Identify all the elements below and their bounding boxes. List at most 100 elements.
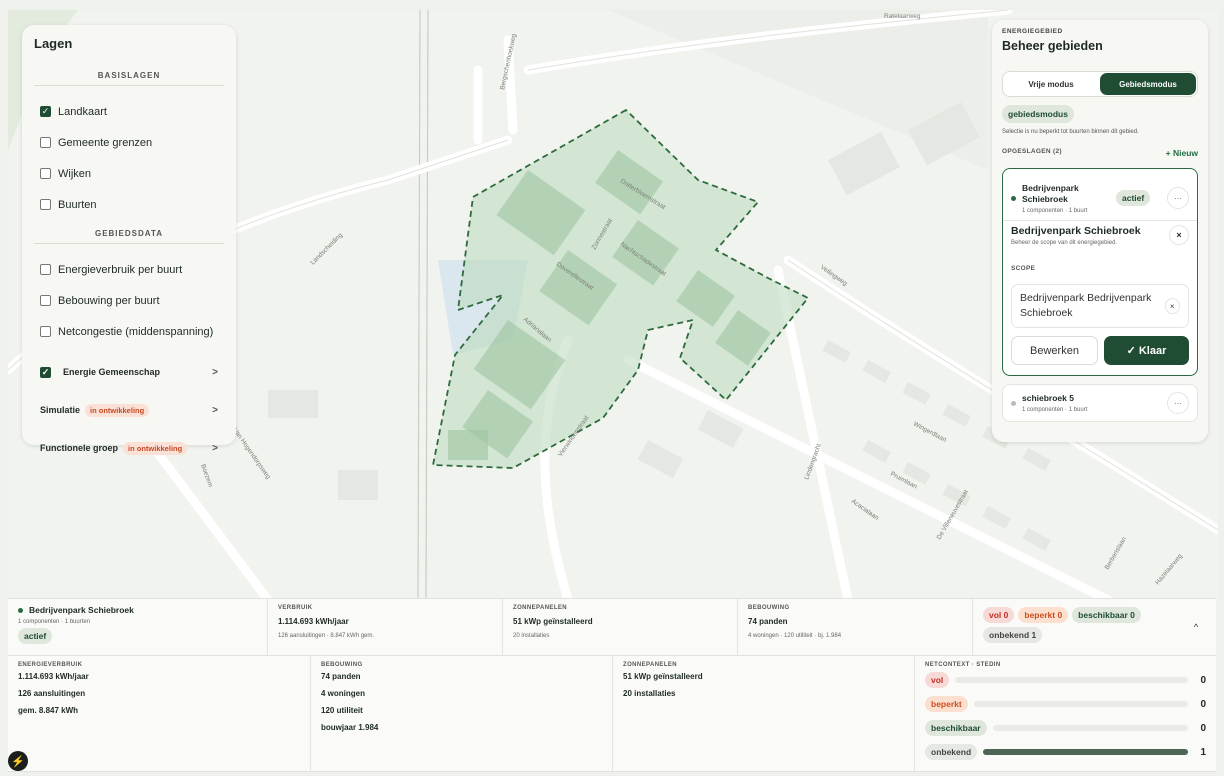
energy-area-panel: ENERGIEGEBIED Beheer gebieden Vrije modu… <box>992 20 1208 442</box>
scope-chip: Bedrijvenpark Bedrijvenpark Schiebroek × <box>1011 284 1189 328</box>
net-value: 0 <box>1200 722 1206 734</box>
checkbox-icon[interactable]: ✓ <box>40 366 51 378</box>
layer-toggle[interactable]: Energieverbruik per buurt <box>34 254 224 285</box>
net-bar-track <box>955 677 1188 683</box>
net-bar-track <box>992 725 1188 731</box>
layers-panel: Lagen BASISLAGEN ✓ Landkaart Gemeente gren… <box>22 25 236 455</box>
checkbox-icon[interactable] <box>40 264 51 275</box>
inactive-dot-icon <box>1011 400 1016 406</box>
active-area-card[interactable]: Bedrijvenpark Schiebroek 1 componenten ·… <box>1002 168 1198 376</box>
zonne-label: ZONNEPANELEN <box>513 605 568 611</box>
feature-label: Energie Gemeenschap <box>63 367 161 377</box>
more-icon[interactable]: ··· <box>1167 392 1189 414</box>
feature-left: ✓ Energie Gemeenschap <box>40 366 161 378</box>
feature-left: Simulatie in ontwikkeling <box>40 403 150 417</box>
summary-verbruik: VERBRUIK 1.114.693 kWh/jaar 126 aansluit… <box>268 599 503 655</box>
net-row: beperkt 0 <box>925 692 1206 716</box>
checkbox-icon[interactable] <box>40 168 51 179</box>
done-button[interactable]: ✓ Klaar <box>1104 336 1189 365</box>
close-icon[interactable]: × <box>1169 225 1189 245</box>
area-card-schiebroek[interactable]: schiebroek 5 1 componenten · 1 buurt ··· <box>1002 384 1198 422</box>
mode-free-button[interactable]: Vrije modus <box>1003 72 1099 96</box>
energie-line: gem. 8.847 kWh <box>18 706 79 715</box>
bebouwing-label: BEBOUWING <box>321 662 363 668</box>
active-dot-icon <box>18 607 23 613</box>
summary-area-meta: 1 componenten · 1 buurten <box>18 619 91 625</box>
energy-title: Beheer gebieden <box>1002 39 1103 53</box>
net-status-pill: vol <box>925 672 950 688</box>
basislagen-heading: BASISLAGEN <box>34 71 224 86</box>
detail-subtitle: Beheer de scope van dit energiegebied. <box>1011 240 1118 246</box>
saved-label: OPGESLAGEN (2) <box>1002 148 1062 155</box>
layer-toggle[interactable]: Wijken <box>34 158 224 189</box>
bebouwing-line: 4 woningen <box>321 689 365 698</box>
checkbox-icon[interactable] <box>40 199 51 210</box>
layer-toggle[interactable]: Gemeente grenzen <box>34 127 224 158</box>
details-zonnepanelen: ZONNEPANELEN 51 kWp geïnstalleerd 20 ins… <box>613 656 915 771</box>
feature-label: Functionele groep <box>40 443 119 453</box>
area-actions: Bewerken ✓ Klaar <box>1011 336 1189 365</box>
details-panel: ENERGIEVERBRUIK 1.114.693 kWh/jaar 126 a… <box>8 656 1216 772</box>
new-area-button[interactable]: + Nieuw <box>1166 148 1198 158</box>
checkbox-icon[interactable] <box>40 326 51 337</box>
verbruik-label: VERBRUIK <box>278 605 313 611</box>
remove-scope-icon[interactable]: × <box>1164 298 1180 314</box>
collapse-icon[interactable]: ^ <box>1176 599 1216 655</box>
railway <box>417 10 429 600</box>
zonne-sub: 20 installaties <box>513 633 550 639</box>
checkbox-icon[interactable]: ✓ <box>40 106 51 117</box>
map-label-wingerdlaan: Wingerdlaan <box>912 421 948 444</box>
bebouwing-label: BEBOUWING <box>748 605 790 611</box>
net-row: beschikbaar 0 <box>925 716 1206 740</box>
layer-toggle[interactable]: Bebouwing per buurt <box>34 285 224 316</box>
status-beperkt: beperkt 0 <box>1018 607 1069 623</box>
net-bar-track <box>983 749 1188 755</box>
bebouwing-line: 120 utiliteit <box>321 706 363 715</box>
map-label-boezem: Boezem <box>199 463 214 488</box>
checkbox-icon[interactable] <box>40 295 51 306</box>
net-value: 0 <box>1200 698 1206 710</box>
summary-bar: Bedrijvenpark Schiebroek 1 componenten ·… <box>8 598 1216 656</box>
summary-area: Bedrijvenpark Schiebroek 1 componenten ·… <box>8 599 268 655</box>
dev-badge: in ontwikkeling <box>123 441 188 455</box>
bebouwing-line: bouwjaar 1.984 <box>321 723 379 732</box>
layer-label: Netcongestie (middenspanning) <box>58 325 214 338</box>
mode-area-button[interactable]: Gebiedsmodus <box>1100 73 1196 95</box>
area-card-header[interactable]: Bedrijvenpark Schiebroek 1 componenten ·… <box>1003 169 1197 221</box>
map-label-acacialaan: Acacialaan <box>850 498 880 522</box>
scope-label: SCOPE <box>1011 265 1036 272</box>
net-status-pill: onbekend <box>925 744 978 760</box>
layer-toggle[interactable]: ✓ Landkaart <box>34 96 224 127</box>
active-badge: actief <box>1116 190 1151 206</box>
verbruik-value: 1.114.693 kWh/jaar <box>278 617 349 626</box>
map-label-berberislaan: Berberislaan <box>1104 536 1129 571</box>
bolt-icon[interactable]: ⚡ <box>8 751 28 771</box>
area-detail: Bedrijvenpark Schiebroek Beheer de scope… <box>1003 221 1197 250</box>
edit-button[interactable]: Bewerken <box>1011 336 1098 365</box>
more-icon[interactable]: ··· <box>1167 187 1189 209</box>
details-energie: ENERGIEVERBRUIK 1.114.693 kWh/jaar 126 a… <box>8 656 311 771</box>
area-meta: 1 componenten · 1 buurt <box>1022 207 1088 214</box>
net-rows: vol 0 beperkt 0 beschikbaar 0 onbekend 1 <box>925 668 1206 764</box>
active-dot-icon <box>1011 195 1016 201</box>
layer-label: Landkaart <box>58 105 107 118</box>
bebouwing-value: 74 panden <box>748 617 788 626</box>
layer-toggle[interactable]: Netcongestie (middenspanning) <box>34 316 224 347</box>
map-label-landscheiding: Landscheiding <box>309 232 344 267</box>
energie-line: 126 aansluitingen <box>18 689 86 698</box>
net-bar-track <box>973 701 1188 707</box>
feature-row[interactable]: ✓ Energie Gemeenschap > <box>34 353 224 391</box>
energie-line: 1.114.693 kWh/jaar <box>18 672 89 681</box>
status-beschikbaar: beschikbaar 0 <box>1072 607 1141 623</box>
feature-row[interactable]: Functionele groep in ontwikkeling > <box>34 429 224 467</box>
layer-toggle[interactable]: Buurten <box>34 189 224 220</box>
mode-toggle: Vrije modus Gebiedsmodus <box>1002 71 1198 97</box>
dev-badge: in ontwikkeling <box>85 403 150 417</box>
zonne-line: 20 installaties <box>623 689 676 698</box>
net-bar-fill <box>983 749 1188 755</box>
map-label-hogendorpsweg: Van Hogendorpsweg <box>231 427 271 481</box>
feature-row[interactable]: Simulatie in ontwikkeling > <box>34 391 224 429</box>
checkbox-icon[interactable] <box>40 137 51 148</box>
net-value: 1 <box>1200 746 1206 758</box>
verbruik-sub: 126 aansluitingen · 8.847 kWh gem. <box>278 633 375 639</box>
